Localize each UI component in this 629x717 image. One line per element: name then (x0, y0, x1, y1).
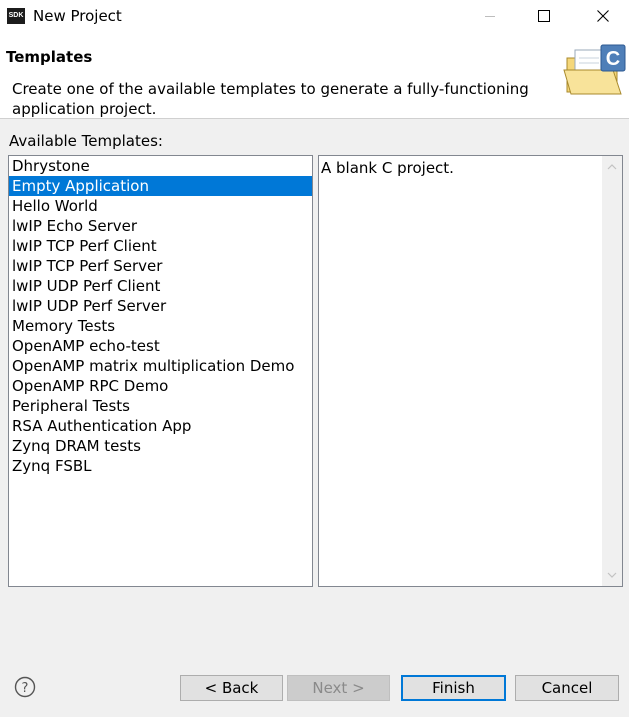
template-list-item[interactable]: Hello World (9, 196, 312, 216)
help-icon[interactable]: ? (14, 676, 36, 698)
template-list-item[interactable]: Dhrystone (9, 156, 312, 176)
page-description: Create one of the available templates to… (12, 80, 529, 118)
minimize-button[interactable] (467, 0, 513, 32)
scroll-down-button[interactable] (602, 566, 622, 584)
template-list-item[interactable]: lwIP UDP Perf Server (9, 296, 312, 316)
template-list-item[interactable]: Empty Application (9, 176, 312, 196)
template-list-item[interactable]: lwIP UDP Perf Client (9, 276, 312, 296)
template-list-item[interactable]: OpenAMP matrix multiplication Demo (9, 356, 312, 376)
window-title: New Project (33, 7, 122, 25)
template-list-item[interactable]: Zynq DRAM tests (9, 436, 312, 456)
template-description-panel[interactable]: A blank C project. (318, 155, 623, 587)
maximize-button[interactable] (521, 0, 567, 32)
template-description-text: A blank C project. (321, 159, 454, 177)
template-list-item[interactable]: Peripheral Tests (9, 396, 312, 416)
close-icon (597, 10, 609, 22)
template-list-item[interactable]: Zynq FSBL (9, 456, 312, 476)
cancel-button[interactable]: Cancel (515, 675, 619, 701)
next-button[interactable]: Next > (287, 675, 390, 701)
back-button[interactable]: < Back (180, 675, 283, 701)
description-scrollbar[interactable] (602, 156, 622, 586)
scroll-up-button[interactable] (602, 158, 622, 176)
svg-text:?: ? (22, 681, 29, 696)
template-list-item[interactable]: lwIP TCP Perf Server (9, 256, 312, 276)
maximize-icon (538, 10, 550, 22)
title-bar[interactable]: SDK New Project (0, 0, 629, 32)
available-templates-label: Available Templates: (9, 132, 163, 150)
wizard-header: Templates Create one of the available te… (0, 32, 629, 119)
template-list-item[interactable]: RSA Authentication App (9, 416, 312, 436)
close-button[interactable] (580, 0, 626, 32)
finish-button[interactable]: Finish (401, 675, 506, 701)
sdk-app-icon: SDK (7, 8, 25, 24)
minimize-icon (485, 16, 495, 17)
template-list-item[interactable]: Memory Tests (9, 316, 312, 336)
c-project-folder-icon: C (563, 44, 626, 95)
page-title: Templates (6, 48, 93, 66)
template-list-item[interactable]: lwIP Echo Server (9, 216, 312, 236)
template-list-item[interactable]: OpenAMP RPC Demo (9, 376, 312, 396)
template-list-item[interactable]: lwIP TCP Perf Client (9, 236, 312, 256)
template-list-item[interactable]: OpenAMP echo-test (9, 336, 312, 356)
templates-list[interactable]: Dhrystone Empty Application Hello World lwI… (8, 155, 313, 587)
new-project-dialog: SDK New Project Templates Create one of … (0, 0, 629, 717)
chevron-up-icon (607, 164, 617, 170)
chevron-down-icon (607, 572, 617, 578)
svg-text:C: C (606, 48, 620, 70)
